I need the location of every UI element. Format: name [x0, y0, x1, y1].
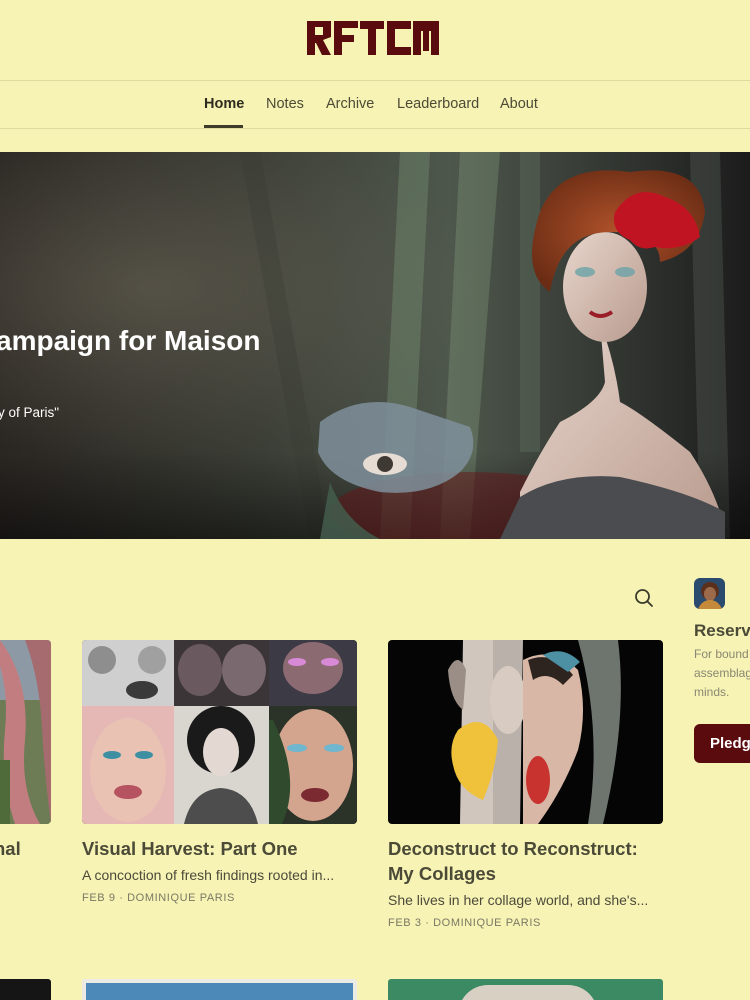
post-excerpt: A concoction of fresh findings rooted in…	[82, 867, 335, 883]
post-meta: FEB 3 · DOMINIQUE PARIS	[388, 917, 541, 929]
hero-title[interactable]: ampaign for Maison	[0, 325, 260, 357]
sidebar-description-line: For bound	[694, 647, 749, 661]
nav-about[interactable]: About	[500, 96, 538, 112]
post-thumbnail[interactable]	[82, 640, 357, 824]
nav-archive[interactable]: Archive	[326, 96, 374, 112]
main-nav: Home Notes Archive Leaderboard About	[0, 81, 750, 129]
hero-banner[interactable]: ampaign for Maison y of Paris"	[0, 152, 750, 539]
site-header	[0, 0, 750, 81]
sidebar-description-line: minds.	[694, 685, 730, 699]
nav-notes[interactable]: Notes	[266, 96, 304, 112]
post-title[interactable]: Visual Harvest: Part One	[82, 836, 298, 861]
post-thumbnail-image	[86, 983, 353, 1000]
post-title-line: Deconstruct to Reconstruct:	[388, 838, 638, 859]
post-thumbnail[interactable]	[0, 979, 51, 1000]
sidebar-description-line: assemblag	[694, 666, 750, 680]
post-thumbnail-image	[458, 985, 598, 1000]
post-excerpt: She lives in her collage world, and she'…	[388, 892, 649, 908]
sidebar-description: For bound assemblag minds.	[694, 645, 750, 702]
post-thumbnail[interactable]	[82, 979, 357, 1000]
site-logo[interactable]	[307, 21, 439, 55]
post-thumbnail[interactable]	[0, 640, 51, 824]
avatar	[694, 578, 725, 609]
active-tab-indicator	[204, 125, 243, 128]
post-meta: FEB 9 · DOMINIQUE PARIS	[82, 892, 235, 904]
post-title[interactable]: Deconstruct to Reconstruct: My Collages	[388, 836, 638, 886]
post-title[interactable]: nal	[0, 836, 21, 861]
nav-home[interactable]: Home	[204, 96, 244, 112]
pledge-button[interactable]: Pledge	[694, 724, 750, 763]
post-thumbnail[interactable]	[388, 979, 663, 1000]
post-thumbnail[interactable]	[388, 640, 663, 824]
nav-leaderboard[interactable]: Leaderboard	[397, 96, 479, 112]
search-icon[interactable]	[632, 586, 656, 610]
hero-subtitle: y of Paris"	[0, 405, 60, 420]
sidebar-title: Reserve	[694, 621, 750, 640]
post-title-line: My Collages	[388, 863, 496, 884]
